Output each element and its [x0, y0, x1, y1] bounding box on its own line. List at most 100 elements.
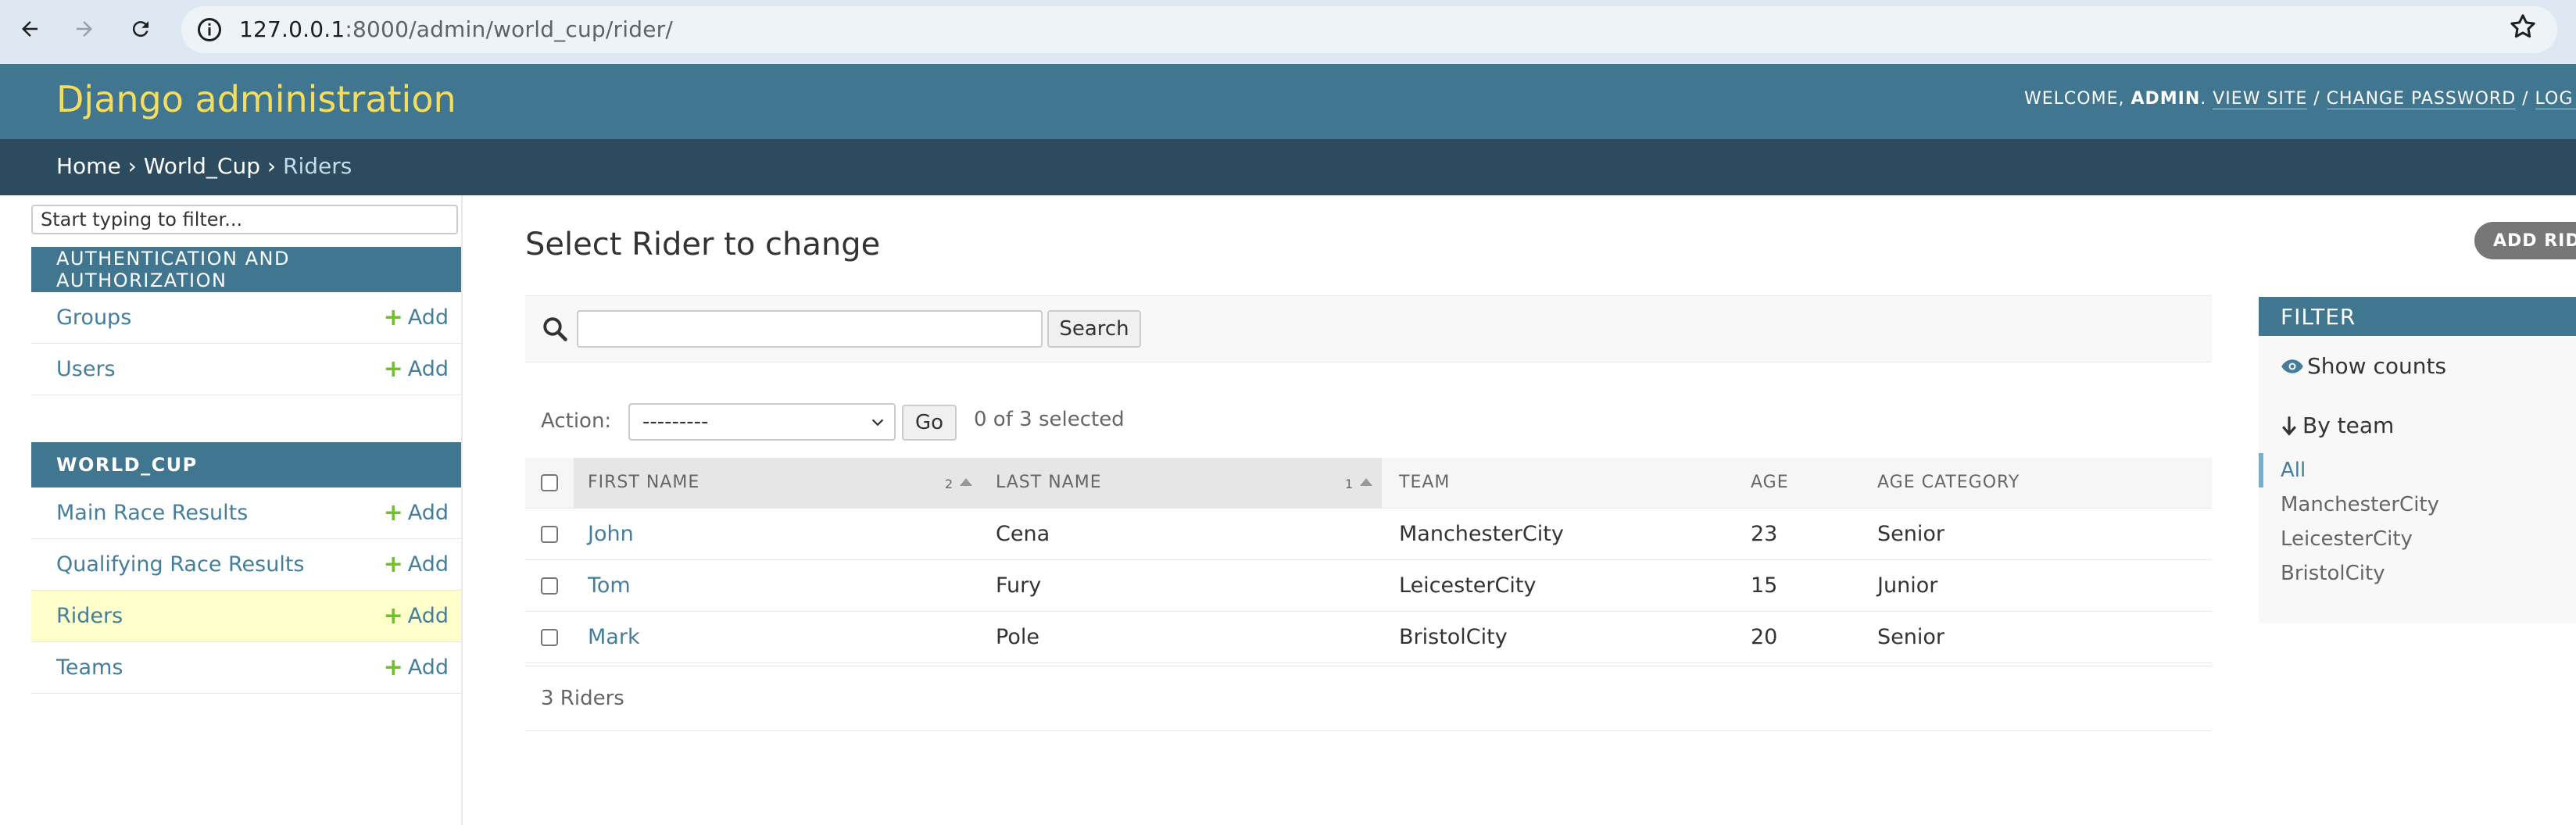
reload-button[interactable] — [122, 10, 159, 48]
filter-title: Filter — [2259, 297, 2576, 336]
model-link-users[interactable]: Users — [56, 357, 116, 381]
model-link-groups[interactable]: Groups — [56, 305, 131, 330]
rider-link[interactable]: Tom — [588, 573, 631, 598]
rider-link[interactable]: John — [588, 522, 634, 546]
add-groups-button[interactable]: + Add — [384, 305, 449, 330]
go-button[interactable]: Go — [902, 405, 957, 441]
column-label: First name — [588, 473, 700, 493]
site-branding[interactable]: Django administration — [56, 78, 456, 120]
app-caption-world-cup[interactable]: World_Cup — [31, 442, 461, 488]
sort-priority: 2 — [944, 477, 953, 491]
column-header-team[interactable]: Team — [1382, 458, 1733, 509]
filter-by-team-toggle[interactable]: By team — [2281, 412, 2394, 438]
action-label: Action: — [541, 409, 612, 433]
app-caption-auth[interactable]: Authentication and Authorization — [31, 247, 461, 292]
eye-icon — [2281, 359, 2303, 373]
row-checkbox[interactable] — [541, 629, 558, 646]
model-link-riders[interactable]: Riders — [56, 604, 123, 628]
add-rider-button[interactable]: ADD RIDER — [2474, 222, 2576, 259]
page-title: Select Rider to change — [525, 227, 881, 262]
filter-option-leicestercity: LeicesterCity — [2259, 522, 2576, 556]
forward-button[interactable] — [66, 10, 103, 48]
add-label: Add — [407, 552, 449, 577]
breadcrumb-home[interactable]: Home — [56, 153, 121, 179]
sidebar-item-users: Users + Add — [31, 344, 461, 395]
url-host: 127.0.0.1 — [239, 16, 345, 42]
row-select-cell — [525, 559, 574, 612]
app-module-auth: Authentication and Authorization Groups … — [31, 247, 461, 395]
breadcrumb-separator: › — [120, 153, 144, 179]
model-link-teams[interactable]: Teams — [56, 655, 123, 680]
changelist-filter: Filter Show counts By team All Mancheste… — [2259, 297, 2576, 623]
app-module-world-cup: World_Cup Main Race Results + Add Qualify… — [31, 442, 461, 694]
show-counts-link[interactable]: Show counts — [2281, 353, 2446, 379]
paginator: 3 Riders — [525, 666, 2212, 731]
cell-team: ManchesterCity — [1382, 508, 1733, 560]
plus-icon: + — [383, 303, 403, 331]
address-bar[interactable]: 127.0.0.1:8000/admin/world_cup/rider/ — [181, 6, 2557, 53]
row-checkbox[interactable] — [541, 577, 558, 595]
add-riders-button[interactable]: + Add — [384, 604, 449, 628]
breadcrumb-app[interactable]: World_Cup — [144, 153, 260, 179]
action-select[interactable]: --------- — [628, 403, 896, 441]
select-all-checkbox[interactable] — [541, 474, 558, 492]
model-link-main-race-results[interactable]: Main Race Results — [56, 501, 248, 525]
plus-icon: + — [383, 653, 403, 681]
cell-team: LeicesterCity — [1382, 559, 1733, 612]
change-password-link[interactable]: CHANGE PASSWORD — [2326, 89, 2517, 109]
cell-last-name: Cena — [982, 508, 1382, 560]
filter-option-link[interactable]: BristolCity — [2281, 562, 2385, 585]
back-button[interactable] — [11, 10, 48, 48]
filter-option-link[interactable]: LeicesterCity — [2281, 527, 2413, 551]
reload-icon — [132, 21, 148, 38]
forward-arrow-icon — [77, 21, 92, 37]
sort-ascending-icon[interactable] — [1360, 478, 1372, 486]
cell-last-name: Fury — [982, 559, 1382, 612]
row-select-cell — [525, 508, 574, 560]
log-out-link[interactable]: LOG OUT — [2535, 89, 2576, 109]
by-team-label: By team — [2302, 412, 2395, 438]
filter-option-link[interactable]: ManchesterCity — [2281, 493, 2439, 516]
action-bar: Action: --------- Go 0 of 3 selected — [525, 400, 2212, 444]
cell-age-category: Senior — [1860, 508, 2212, 560]
action-select-value: --------- — [642, 410, 709, 434]
column-header-age-category[interactable]: Age category — [1860, 458, 2212, 509]
sidebar-item-teams: Teams + Add — [31, 642, 461, 694]
column-header-last-name[interactable]: Last name 1 — [982, 458, 1382, 509]
column-label: Last name — [996, 473, 1102, 493]
chevron-down-icon — [871, 419, 884, 427]
add-label: Add — [407, 357, 449, 381]
search-button[interactable]: Search — [1047, 310, 1141, 348]
search-input[interactable] — [577, 310, 1043, 348]
add-users-button[interactable]: + Add — [384, 357, 449, 381]
cell-team: BristolCity — [1382, 611, 1733, 663]
select-all-cell — [525, 458, 574, 509]
breadcrumb: Home › World_Cup › Riders — [0, 139, 2576, 195]
plus-icon: + — [383, 602, 403, 630]
add-label: Add — [407, 655, 449, 680]
selection-counter: 0 of 3 selected — [974, 408, 1125, 431]
rider-link[interactable]: Mark — [588, 625, 640, 649]
column-label: Age — [1751, 473, 1789, 493]
row-checkbox[interactable] — [541, 526, 558, 543]
site-info-icon[interactable] — [195, 16, 224, 44]
search-toolbar: Search — [525, 295, 2212, 362]
sort-priority: 1 — [1344, 477, 1354, 491]
bookmark-star-icon[interactable] — [2507, 11, 2538, 42]
welcome-text: WELCOME, — [2024, 89, 2125, 109]
column-header-age[interactable]: Age — [1733, 458, 1860, 509]
add-teams-button[interactable]: + Add — [384, 655, 449, 680]
model-link-qualifying-race-results[interactable]: Qualifying Race Results — [56, 552, 305, 577]
nav-filter-input[interactable] — [31, 205, 458, 234]
column-header-first-name[interactable]: First name 2 — [574, 458, 982, 509]
filter-option-link[interactable]: All — [2281, 459, 2306, 482]
view-site-link[interactable]: VIEW SITE — [2213, 89, 2308, 109]
cell-age: 23 — [1733, 508, 1860, 560]
add-main-race-results-button[interactable]: + Add — [384, 501, 449, 525]
sidebar-item-qualifying-race-results: Qualifying Race Results + Add — [31, 539, 461, 591]
cell-age-category: Junior — [1860, 559, 2212, 612]
add-qualifying-race-results-button[interactable]: + Add — [384, 552, 449, 577]
sort-ascending-icon[interactable] — [960, 478, 972, 486]
table-row: John Cena ManchesterCity 23 Senior — [525, 508, 2212, 560]
arrow-down-icon — [2282, 416, 2296, 436]
